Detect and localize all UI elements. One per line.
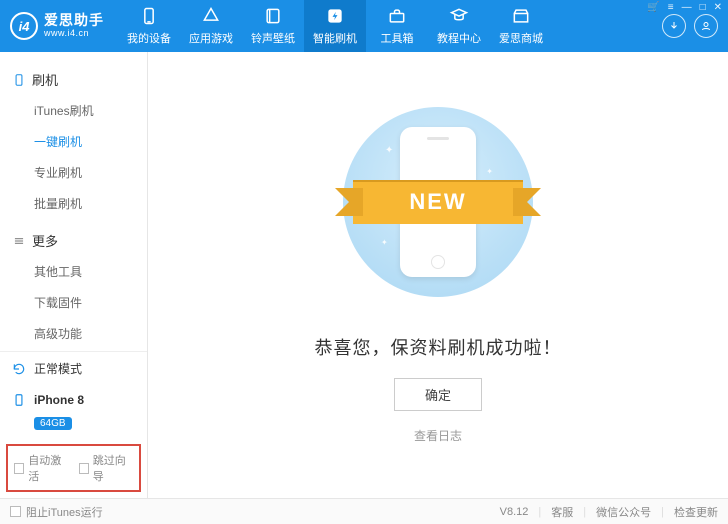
new-ribbon: NEW	[353, 180, 523, 224]
nav-label: 教程中心	[437, 30, 481, 46]
auto-activate-checkbox[interactable]: 自动激活	[14, 452, 69, 484]
phone-icon	[12, 393, 26, 407]
device-mode[interactable]: 正常模式	[0, 352, 147, 385]
sidebar-item-pro-flash[interactable]: 专业刷机	[0, 157, 147, 188]
nav-label: 爱思商城	[499, 30, 543, 46]
device-name: iPhone 8	[34, 393, 84, 407]
flash-outline-icon	[12, 73, 26, 87]
wechat-link[interactable]: 微信公众号	[596, 504, 651, 520]
user-button[interactable]	[694, 14, 718, 38]
logo-icon: i4	[10, 12, 38, 40]
download-icon	[668, 20, 680, 32]
device-storage-badge: 64GB	[34, 417, 72, 430]
nav-label: 智能刷机	[313, 30, 357, 46]
sparkle-icon: ✦	[381, 238, 388, 247]
cart-icon[interactable]: 🛒	[645, 2, 661, 13]
separator: |	[583, 506, 586, 518]
nav-apps[interactable]: 应用游戏	[180, 0, 242, 52]
logo-title: 爱思助手	[44, 13, 104, 28]
connected-device[interactable]: iPhone 8 64GB	[0, 385, 147, 438]
user-icon	[700, 20, 712, 32]
app-header: 🛒 ≡ — □ ✕ i4 爱思助手 www.i4.cn 我的设备 应用游戏 铃声…	[0, 0, 728, 52]
checkbox-icon	[14, 463, 24, 474]
menu-icon[interactable]: ≡	[666, 2, 676, 13]
tutorial-icon	[449, 6, 469, 26]
checkbox-label: 阻止iTunes运行	[26, 504, 103, 520]
checkbox-label: 跳过向导	[93, 452, 133, 484]
check-update-link[interactable]: 检查更新	[674, 504, 718, 520]
sidebar-item-other-tools[interactable]: 其他工具	[0, 256, 147, 287]
ringtone-icon	[263, 6, 283, 26]
checkbox-icon	[10, 506, 21, 517]
flash-options-highlight: 自动激活 跳过向导	[6, 444, 141, 492]
checkbox-icon	[79, 463, 89, 474]
logo-subtitle: www.i4.cn	[44, 29, 104, 39]
nav-smart-flash[interactable]: 智能刷机	[304, 0, 366, 52]
app-logo: i4 爱思助手 www.i4.cn	[0, 0, 118, 52]
close-button[interactable]: ✕	[712, 2, 724, 13]
sidebar-item-batch-flash[interactable]: 批量刷机	[0, 188, 147, 219]
nav-tutorial[interactable]: 教程中心	[428, 0, 490, 52]
separator: |	[538, 506, 541, 518]
sidebar-item-itunes-flash[interactable]: iTunes刷机	[0, 95, 147, 126]
block-itunes-checkbox[interactable]: 阻止iTunes运行	[10, 504, 103, 520]
sparkle-icon: ✦	[486, 167, 493, 176]
store-icon	[511, 6, 531, 26]
device-mode-label: 正常模式	[34, 360, 82, 377]
separator: |	[661, 506, 664, 518]
app-body: 刷机 iTunes刷机 一键刷机 专业刷机 批量刷机 更多 其他工具 下载固件 …	[0, 52, 728, 498]
nav-label: 铃声壁纸	[251, 30, 295, 46]
nav-my-device[interactable]: 我的设备	[118, 0, 180, 52]
checkbox-label: 自动激活	[28, 452, 68, 484]
nav-store[interactable]: 爱思商城	[490, 0, 552, 52]
sidebar-item-advanced[interactable]: 高级功能	[0, 318, 147, 349]
maximize-button[interactable]: □	[698, 2, 708, 13]
success-message: 恭喜您，保资料刷机成功啦！	[315, 334, 562, 360]
top-nav: 我的设备 应用游戏 铃声壁纸 智能刷机 工具箱 教程中心 爱思商城	[118, 0, 662, 52]
download-button[interactable]	[662, 14, 686, 38]
device-icon	[139, 6, 159, 26]
nav-label: 应用游戏	[189, 30, 233, 46]
main-content: ✦ ✦ ✦ NEW 恭喜您，保资料刷机成功啦！ 确定 查看日志	[148, 52, 728, 498]
nav-label: 我的设备	[127, 30, 171, 46]
view-log-link[interactable]: 查看日志	[414, 427, 462, 444]
nav-ringtones[interactable]: 铃声壁纸	[242, 0, 304, 52]
confirm-button[interactable]: 确定	[394, 378, 482, 411]
sidebar-header-more[interactable]: 更多	[0, 225, 147, 256]
sidebar-header-label: 刷机	[32, 70, 58, 89]
skip-wizard-checkbox[interactable]: 跳过向导	[79, 452, 134, 484]
version-label: V8.12	[500, 506, 529, 518]
minimize-button[interactable]: —	[680, 2, 694, 13]
sidebar-item-download-fw[interactable]: 下载固件	[0, 287, 147, 318]
success-illustration: ✦ ✦ ✦ NEW	[308, 92, 568, 312]
toolbox-icon	[387, 6, 407, 26]
sidebar-section-flash: 刷机 iTunes刷机 一键刷机 专业刷机 批量刷机	[0, 58, 147, 219]
status-bar: 阻止iTunes运行 V8.12 | 客服 | 微信公众号 | 检查更新	[0, 498, 728, 524]
more-icon	[12, 234, 26, 248]
nav-label: 工具箱	[381, 30, 414, 46]
nav-toolbox[interactable]: 工具箱	[366, 0, 428, 52]
sparkle-icon: ✦	[385, 145, 393, 156]
flash-icon	[325, 6, 345, 26]
sidebar-header-label: 更多	[32, 231, 58, 250]
sidebar-footer: 正常模式 iPhone 8 64GB 自动激活 跳过向导	[0, 351, 147, 498]
apps-icon	[201, 6, 221, 26]
window-controls: 🛒 ≡ — □ ✕	[645, 2, 724, 13]
sidebar-item-oneclick-flash[interactable]: 一键刷机	[0, 126, 147, 157]
sidebar: 刷机 iTunes刷机 一键刷机 专业刷机 批量刷机 更多 其他工具 下载固件 …	[0, 52, 148, 498]
sidebar-header-flash[interactable]: 刷机	[0, 64, 147, 95]
refresh-icon	[12, 362, 26, 376]
support-link[interactable]: 客服	[551, 504, 573, 520]
sidebar-section-more: 更多 其他工具 下载固件 高级功能	[0, 219, 147, 349]
